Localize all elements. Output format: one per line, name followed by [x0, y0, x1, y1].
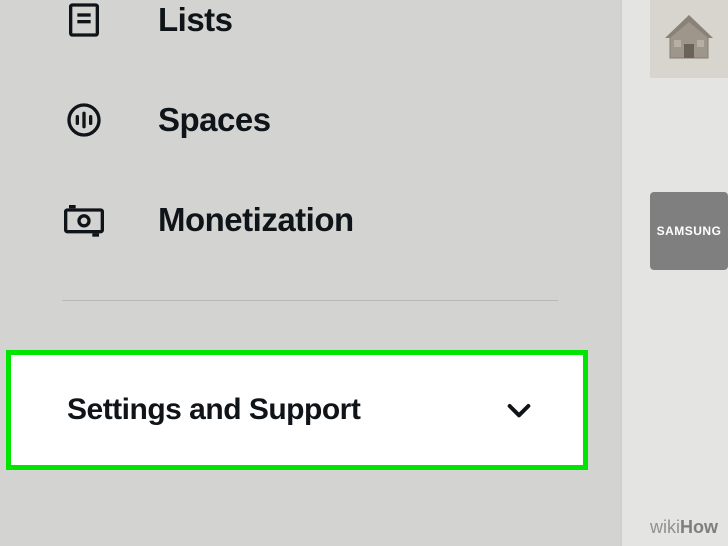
nav-item-lists[interactable]: Lists [0, 0, 620, 70]
settings-support-row[interactable]: Settings and Support [11, 355, 583, 465]
nav-label-lists: Lists [158, 1, 233, 39]
watermark-wiki: wiki [650, 517, 680, 537]
thumbnail-house[interactable] [650, 0, 728, 78]
nav-label-monetization: Monetization [158, 201, 354, 239]
spaces-icon [62, 98, 106, 142]
thumbnail-samsung[interactable]: SAMSUNG [650, 192, 728, 270]
settings-support-label: Settings and Support [67, 393, 360, 427]
watermark-how: How [680, 517, 718, 537]
thumbnail-panel: SAMSUNG [620, 0, 728, 546]
lists-icon [62, 0, 106, 42]
nav-label-spaces: Spaces [158, 101, 271, 139]
divider [62, 300, 558, 301]
samsung-label: SAMSUNG [657, 224, 722, 238]
nav-item-spaces[interactable]: Spaces [0, 70, 620, 170]
wikihow-watermark: wikiHow [650, 517, 718, 538]
chevron-down-icon [503, 394, 535, 426]
settings-support-highlight: Settings and Support [6, 350, 588, 470]
nav-item-monetization[interactable]: Monetization [0, 170, 620, 270]
navigation-panel: Lists Spaces Monetization Settings and S… [0, 0, 620, 546]
monetization-icon [62, 198, 106, 242]
